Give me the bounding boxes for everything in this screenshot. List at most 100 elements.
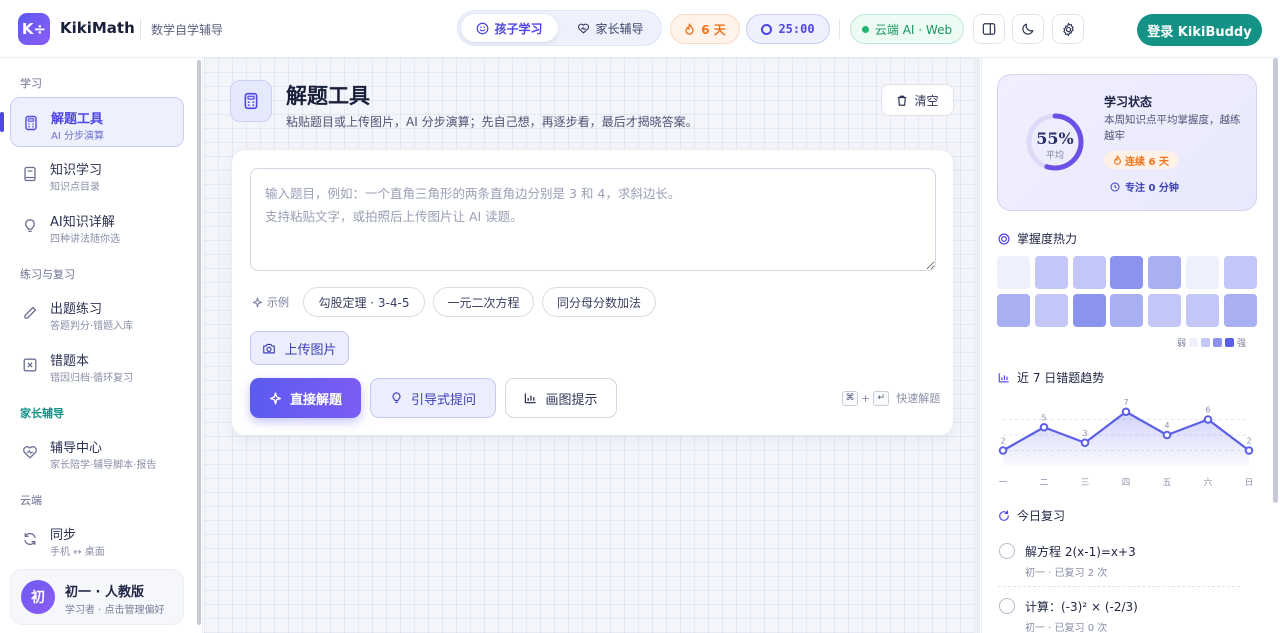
review-item[interactable]: 计算：(-3)² × (-2/3) 初一 · 已复习 0 次 <box>998 595 1240 633</box>
guided-question-button[interactable]: 引导式提问 <box>370 378 496 418</box>
sidebar: 学习 解题工具 AI 分步演算 知识学习 知识点目录 AI知识详解 四种讲法随你… <box>0 58 203 633</box>
sidebar-item-practice[interactable]: 出题练习 答题判分·错题入库 <box>10 288 184 338</box>
top-bar: K÷ KikiMath 数学自学辅导 孩子学习 家长辅导 6 天 25:00 云… <box>0 0 1280 58</box>
cloud-status-label: 云端 AI · Web <box>874 22 953 37</box>
status-streak-badge: 连续 6 天 <box>1104 151 1178 169</box>
app-logo[interactable]: K÷ <box>18 13 50 45</box>
mastery-percent: 55% <box>1036 129 1074 148</box>
focus-timer[interactable]: 25:00 <box>746 14 830 44</box>
status-streak-label: 连续 6 天 <box>1125 156 1169 168</box>
toggle-panel-button[interactable] <box>973 14 1005 44</box>
streak-badge[interactable]: 6 天 <box>670 14 740 44</box>
bar-chart-icon <box>525 393 537 404</box>
mode-tab-child[interactable]: 孩子学习 <box>461 14 558 42</box>
trend-point[interactable] <box>1121 407 1131 417</box>
review-item[interactable]: 解方程 2(x-1)=x+3 初一 · 已复习 2 次 <box>998 540 1240 590</box>
heatmap-cell[interactable] <box>997 294 1030 327</box>
review-meta: 初一 · 已复习 0 次 <box>1025 623 1108 633</box>
login-button[interactable]: 登录 KikiBuddy <box>1137 14 1262 46</box>
sidebar-item-knowledge[interactable]: 知识学习 知识点目录 <box>10 149 184 199</box>
sidebar-scrollbar[interactable] <box>197 60 201 625</box>
page-icon-box <box>230 80 272 122</box>
heatmap-cell[interactable] <box>1186 294 1219 327</box>
heatmap-cell[interactable] <box>1110 256 1144 289</box>
sidebar-item-ai-explain[interactable]: AI知识详解 四种讲法随你选 <box>10 201 184 251</box>
review-meta: 初一 · 已复习 2 次 <box>1025 568 1108 579</box>
example-chip[interactable]: 同分母分数加法 <box>542 287 656 317</box>
review-divider <box>998 586 1240 587</box>
heatmap-cell[interactable] <box>1223 256 1257 289</box>
learning-status-card: 55% 平均 学习状态 本周知识点平均掌握度，越练越牢 连续 6 天 专注 0 … <box>997 74 1257 211</box>
settings-button[interactable] <box>1052 14 1084 44</box>
mode-tab-label: 家长辅导 <box>595 21 644 36</box>
trend-point[interactable] <box>1244 446 1254 455</box>
draw-hint-button[interactable]: 画图提示 <box>505 378 617 418</box>
trend-value-label: 2 <box>1000 437 1005 446</box>
heatmap-cell[interactable] <box>1148 256 1182 289</box>
mode-tab-parent[interactable]: 家长辅导 <box>562 14 659 42</box>
example-chip[interactable]: 一元二次方程 <box>433 287 534 317</box>
trend-x-tick: 四 <box>1122 478 1131 488</box>
trend-point[interactable] <box>1162 430 1172 440</box>
calculator-icon <box>244 92 258 110</box>
sidebar-item-coaching[interactable]: 辅导中心 家长陪学·辅导脚本·报告 <box>10 427 184 477</box>
main-scroll-track[interactable] <box>974 58 980 633</box>
legend-swatch <box>1225 338 1235 347</box>
trend-point[interactable] <box>1039 422 1049 432</box>
timer-label: 25:00 <box>778 22 815 36</box>
sidebar-item-sub: 家长陪学·辅导脚本·报告 <box>50 460 157 471</box>
review-checkbox[interactable] <box>999 598 1015 614</box>
question-input[interactable] <box>250 168 936 271</box>
pencil-icon <box>24 306 37 319</box>
sparkle-icon <box>269 391 282 405</box>
enter-key: ↵ <box>873 390 890 406</box>
solve-button[interactable]: 直接解题 <box>250 378 361 418</box>
review-heading: 今日复习 <box>998 507 1065 524</box>
clear-label: 清空 <box>914 93 939 108</box>
heatmap-cell[interactable] <box>1072 256 1106 289</box>
focus-time: 专注 0 分钟 <box>1110 179 1179 194</box>
status-description: 本周知识点平均掌握度，越练越牢 <box>1104 114 1241 142</box>
sidebar-item-mistakes[interactable]: 错题本 错因归档·循环复习 <box>10 340 184 390</box>
section-title-practice: 练习与复习 <box>20 268 75 281</box>
cloud-status-badge[interactable]: 云端 AI · Web <box>850 14 964 44</box>
example-chip[interactable]: 勾股定理 · 3-4-5 <box>303 287 425 317</box>
trend-point[interactable] <box>1203 415 1213 424</box>
calculator-icon <box>25 115 37 131</box>
flame-icon <box>1114 154 1121 165</box>
review-question: 计算：(-3)² × (-2/3) <box>1025 600 1138 614</box>
heatmap-cell[interactable] <box>1186 256 1219 289</box>
right-panel-scrollbar[interactable] <box>1273 58 1278 503</box>
draw-label: 画图提示 <box>545 392 598 408</box>
title-divider <box>140 19 141 39</box>
trend-point[interactable] <box>998 446 1008 455</box>
bar-chart-icon <box>998 373 1009 383</box>
heatmap-cell[interactable] <box>1110 294 1144 327</box>
heatmap-cell[interactable] <box>997 256 1030 289</box>
review-checkbox[interactable] <box>999 543 1015 559</box>
upload-image-button[interactable]: 上传图片 <box>250 331 349 365</box>
mastery-heatmap <box>997 256 1257 328</box>
avatar: 初 <box>21 580 55 614</box>
sidebar-item-solver[interactable]: 解题工具 AI 分步演算 <box>10 97 184 147</box>
dark-mode-button[interactable] <box>1012 14 1044 44</box>
user-profile-card[interactable]: 初 初一 · 人教版 学习者 · 点击管理偏好 <box>10 569 184 625</box>
clear-button[interactable]: 清空 <box>881 84 954 116</box>
app-name: KikiMath <box>60 19 135 37</box>
sidebar-item-sub: 错因归档·循环复习 <box>50 373 134 384</box>
heatmap-cell[interactable] <box>1034 294 1068 327</box>
focus-label: 专注 0 分钟 <box>1125 183 1179 194</box>
solve-label: 直接解题 <box>289 392 342 408</box>
heatmap-cell[interactable] <box>1223 294 1257 327</box>
heatmap-cell[interactable] <box>1148 294 1182 327</box>
heatmap-cell[interactable] <box>1034 256 1068 289</box>
heatmap-cell[interactable] <box>1072 294 1106 327</box>
review-title: 今日复习 <box>1017 509 1066 523</box>
mode-switch: 孩子学习 家长辅导 <box>457 10 662 46</box>
sidebar-item-label: 出题练习 <box>50 302 103 317</box>
sidebar-item-label: 错题本 <box>50 354 90 369</box>
clock-icon <box>1110 181 1120 192</box>
trend-point[interactable] <box>1080 438 1090 448</box>
sidebar-item-sync[interactable]: 同步 手机 ↔ 桌面 <box>10 514 184 564</box>
sync-icon <box>24 532 36 546</box>
